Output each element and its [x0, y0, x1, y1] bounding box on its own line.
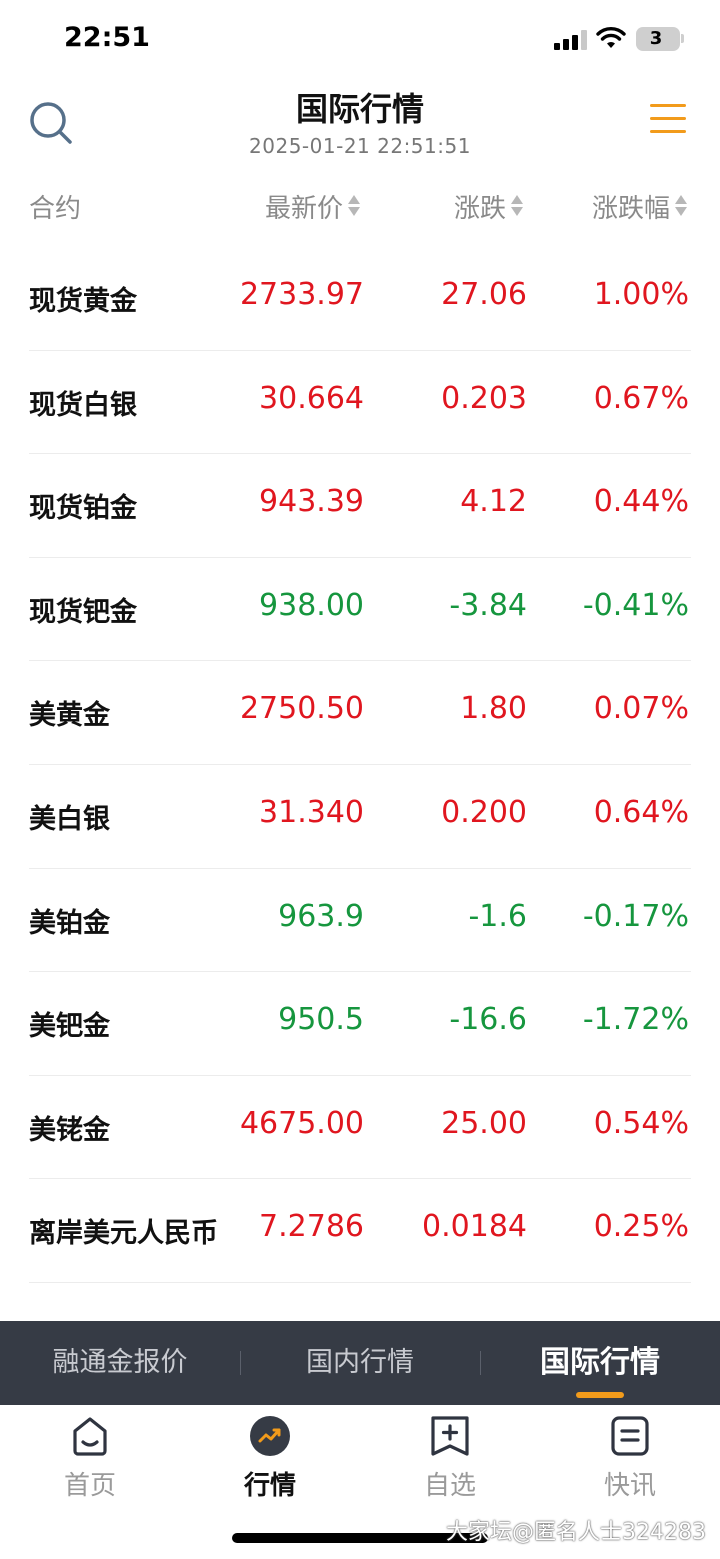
price-change: 27.06 — [441, 277, 527, 312]
price-change: -3.84 — [449, 587, 527, 623]
latest-price: 963.9 — [278, 898, 364, 934]
update-timestamp: 2025-01-21 22:51:51 — [249, 134, 471, 158]
nav-item-home[interactable]: 首页 — [0, 1405, 180, 1515]
subtab-domestic-market[interactable]: 国内行情 — [240, 1321, 480, 1405]
price-change: -1.6 — [468, 898, 527, 934]
price-change: 25.00 — [441, 1105, 527, 1141]
price-change-pct: 0.44% — [593, 484, 689, 520]
battery-level: 3 — [649, 28, 663, 49]
sort-icon — [348, 194, 360, 218]
wifi-icon — [596, 27, 626, 48]
news-icon — [611, 1416, 649, 1456]
contract-name: 美白银 — [29, 803, 110, 835]
contract-name: 现货钯金 — [29, 596, 137, 628]
quote-row[interactable]: 现货白银 30.664 0.203 0.67% — [0, 351, 720, 455]
price-change-pct: 0.25% — [593, 1209, 689, 1245]
latest-price: 4675.00 — [239, 1105, 364, 1141]
contract-name: 现货白银 — [29, 389, 137, 421]
price-change: 0.200 — [441, 794, 527, 830]
watermark-text: 大家坛@匿名人士324283 — [446, 1520, 706, 1545]
status-bar: 22:51 3 — [0, 0, 720, 80]
quote-row[interactable]: 现货黄金 2733.97 27.06 1.00% — [0, 247, 720, 351]
price-change-pct: 1.00% — [593, 277, 689, 312]
page-title: 国际行情 — [295, 90, 424, 128]
market-subtabs: 融通金报价 国内行情 国际行情 — [0, 1321, 720, 1405]
nav-label-news: 快讯 — [603, 1471, 656, 1501]
nav-item-watchlist[interactable]: 自选 — [360, 1405, 540, 1515]
contract-name: 现货铂金 — [29, 493, 137, 525]
cellular-signal-icon — [554, 30, 588, 50]
column-header-contract: 合约 — [29, 186, 81, 226]
quote-row[interactable]: 离岸美元人民币 7.2786 0.0184 0.25% — [0, 1179, 720, 1283]
battery-cap — [681, 34, 684, 43]
price-change-pct: 0.64% — [593, 794, 689, 830]
latest-price: 30.664 — [259, 380, 364, 416]
quote-row[interactable]: 美白银 31.340 0.200 0.64% — [0, 765, 720, 869]
price-change-pct: 0.07% — [593, 691, 689, 727]
quote-row[interactable]: 美铑金 4675.00 25.00 0.54% — [0, 1076, 720, 1180]
price-change: 4.12 — [460, 484, 527, 520]
sort-icon — [675, 194, 687, 218]
quote-row[interactable]: 美钯金 950.5 -16.6 -1.72% — [0, 972, 720, 1076]
quote-row[interactable]: 现货钯金 938.00 -3.84 -0.41% — [0, 558, 720, 662]
latest-price: 31.340 — [259, 794, 364, 830]
contract-name: 美铑金 — [29, 1114, 110, 1146]
price-change: 0.0184 — [422, 1209, 527, 1245]
price-change-pct: -0.17% — [582, 898, 689, 934]
status-time: 22:51 — [64, 22, 150, 53]
add-favorite-icon — [431, 1416, 469, 1456]
column-label: 涨跌幅 — [591, 193, 670, 224]
market-trend-icon — [250, 1416, 290, 1456]
contract-name: 美铂金 — [29, 907, 110, 939]
price-change-pct: -1.72% — [582, 1002, 689, 1038]
subtab-rongtongjin-quote[interactable]: 融通金报价 — [0, 1321, 240, 1405]
latest-price: 2733.97 — [239, 277, 364, 312]
contract-name: 美钯金 — [29, 1011, 110, 1043]
quote-row[interactable]: 美铂金 963.9 -1.6 -0.17% — [0, 869, 720, 973]
nav-item-news[interactable]: 快讯 — [540, 1405, 720, 1515]
contract-name: 离岸美元人民币 — [29, 1218, 218, 1250]
latest-price: 950.5 — [278, 1002, 364, 1038]
price-change-pct: 0.67% — [593, 380, 689, 416]
home-icon — [73, 1417, 107, 1456]
quote-list: 现货黄金 2733.97 27.06 1.00% 现货白银 30.664 0.2… — [0, 247, 720, 1283]
column-label: 最新价 — [264, 193, 343, 224]
contract-name: 美黄金 — [29, 700, 110, 732]
column-header-price[interactable]: 最新价 — [265, 186, 360, 226]
column-header-change[interactable]: 涨跌 — [454, 186, 523, 226]
column-header-change-pct[interactable]: 涨跌幅 — [592, 186, 687, 226]
quote-row[interactable]: 现货铂金 943.39 4.12 0.44% — [0, 454, 720, 558]
latest-price: 938.00 — [259, 587, 364, 623]
price-change: -16.6 — [449, 1002, 527, 1038]
column-label: 合约 — [29, 193, 82, 224]
latest-price: 943.39 — [259, 484, 364, 520]
battery-icon: 3 — [636, 27, 680, 51]
quote-row[interactable]: 美黄金 2750.50 1.80 0.07% — [0, 661, 720, 765]
price-change: 1.80 — [460, 691, 527, 727]
contract-name: 现货黄金 — [29, 286, 137, 317]
latest-price: 7.2786 — [259, 1209, 364, 1245]
latest-price: 2750.50 — [239, 691, 364, 727]
nav-item-market[interactable]: 行情 — [180, 1405, 360, 1515]
page-header: 国际行情 2025-01-21 22:51:51 — [0, 80, 720, 170]
menu-icon[interactable] — [650, 104, 686, 136]
column-label: 涨跌 — [453, 193, 506, 224]
sort-icon — [511, 194, 523, 218]
price-change: 0.203 — [441, 380, 527, 416]
price-change-pct: 0.54% — [593, 1105, 689, 1141]
active-subtab-indicator — [576, 1392, 624, 1398]
nav-label-market: 行情 — [243, 1471, 296, 1501]
price-change-pct: -0.41% — [582, 587, 689, 623]
nav-label-home: 首页 — [63, 1471, 116, 1501]
nav-label-watchlist: 自选 — [423, 1471, 476, 1501]
